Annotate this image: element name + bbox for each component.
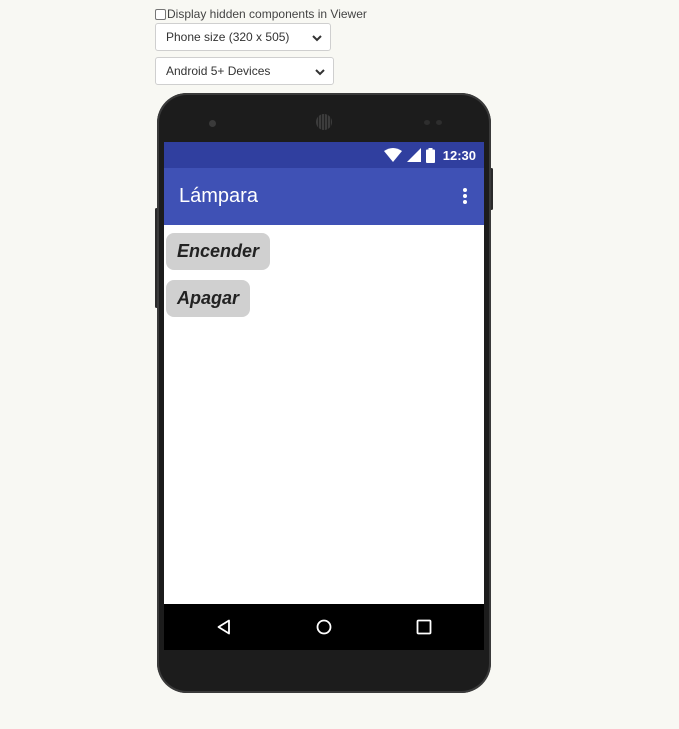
- front-camera-icon: [209, 120, 216, 127]
- display-hidden-components-toggle[interactable]: Display hidden components in Viewer: [155, 6, 367, 22]
- device-type-select[interactable]: Android 5+ Devices: [155, 57, 334, 85]
- screen-content: Encender Apagar: [164, 225, 484, 604]
- display-hidden-components-checkbox[interactable]: [155, 8, 166, 20]
- sensor-icon: [436, 120, 442, 125]
- cellular-signal-icon: [406, 148, 421, 162]
- phone-screen: 12:30 Lámpara Encender Apagar: [164, 142, 484, 650]
- app-title: Lámpara: [179, 185, 258, 207]
- wifi-icon: [383, 148, 402, 162]
- encender-button[interactable]: Encender: [166, 233, 271, 270]
- chevron-down-icon: [312, 35, 322, 42]
- device-type-value: Android 5+ Devices: [166, 64, 271, 78]
- home-icon[interactable]: [315, 619, 333, 635]
- phone-size-select[interactable]: Phone size (320 x 505): [155, 23, 331, 51]
- display-hidden-components-label: Display hidden components in Viewer: [167, 7, 367, 21]
- apagar-button[interactable]: Apagar: [166, 280, 251, 317]
- overflow-menu-icon[interactable]: [462, 187, 468, 205]
- phone-size-value: Phone size (320 x 505): [166, 30, 290, 44]
- sensor-icon: [424, 120, 430, 125]
- chevron-down-icon: [315, 69, 325, 76]
- battery-icon: [425, 147, 435, 163]
- status-bar: 12:30: [164, 142, 484, 168]
- app-bar: Lámpara: [164, 168, 484, 225]
- navigation-bar: [164, 604, 484, 650]
- status-time: 12:30: [442, 147, 476, 163]
- back-icon[interactable]: [216, 619, 232, 635]
- recents-icon[interactable]: [416, 619, 432, 635]
- speaker-grille-icon: [316, 114, 332, 130]
